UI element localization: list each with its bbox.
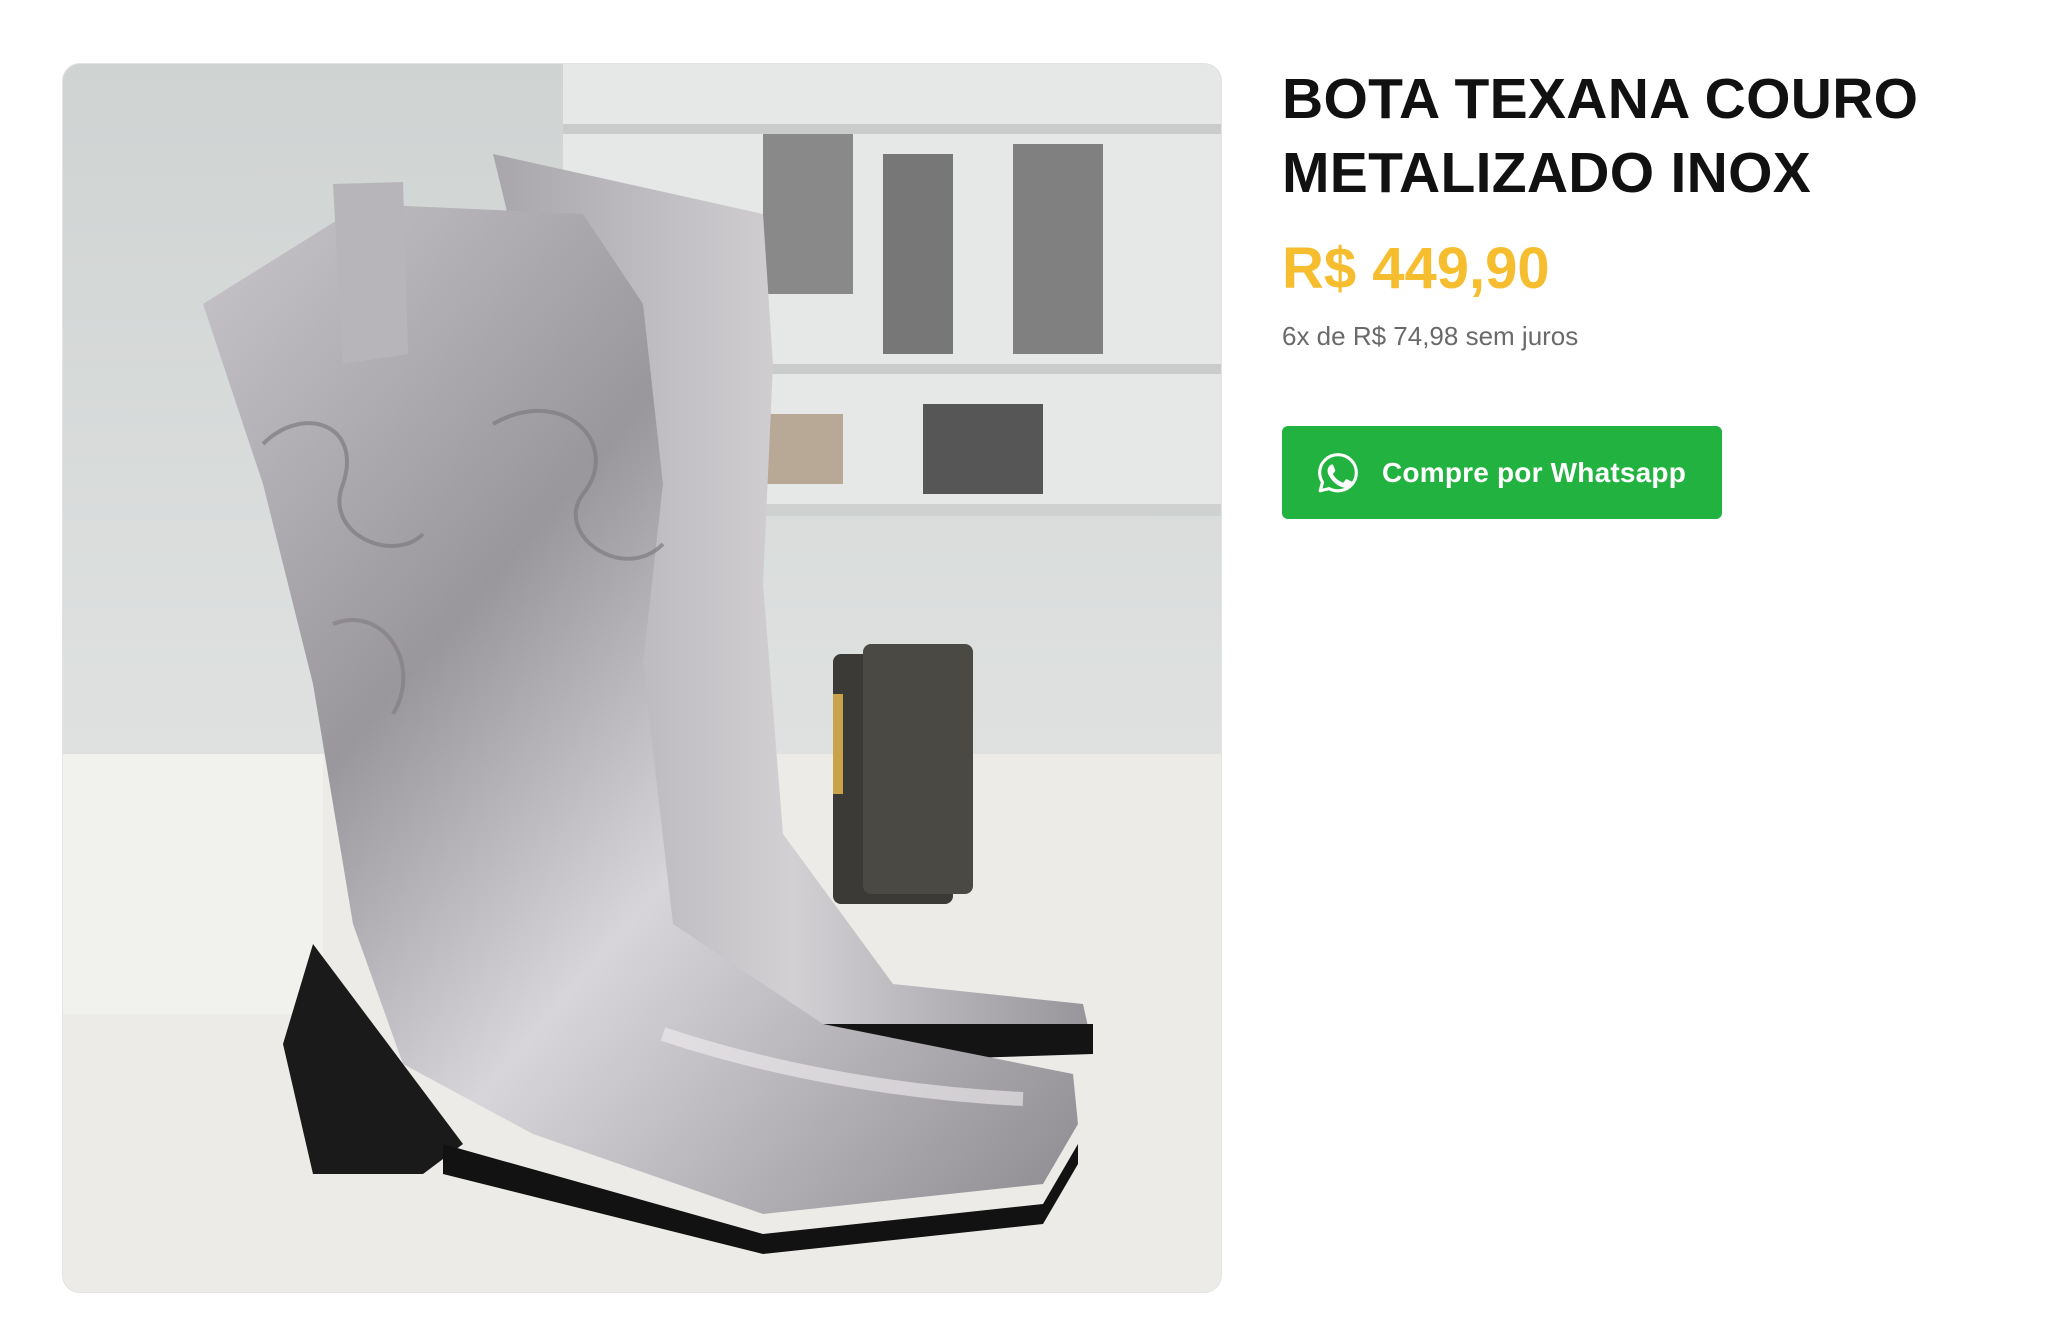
product-image[interactable] [62,63,1222,1293]
boot-illustration [63,64,1221,1292]
product-title: BOTA TEXANA COURO METALIZADO INOX [1282,67,1919,205]
installments-text: 6x de R$ 74,98 sem juros [1282,321,1579,351]
product-info: BOTA TEXANA COURO METALIZADO INOX R$ 449… [1282,62,2022,519]
whatsapp-buy-button[interactable]: Compre por Whatsapp [1282,426,1723,519]
whatsapp-icon [1316,451,1360,495]
whatsapp-button-label: Compre por Whatsapp [1382,456,1687,488]
product-price: R$ 449,90 [1282,236,1550,301]
